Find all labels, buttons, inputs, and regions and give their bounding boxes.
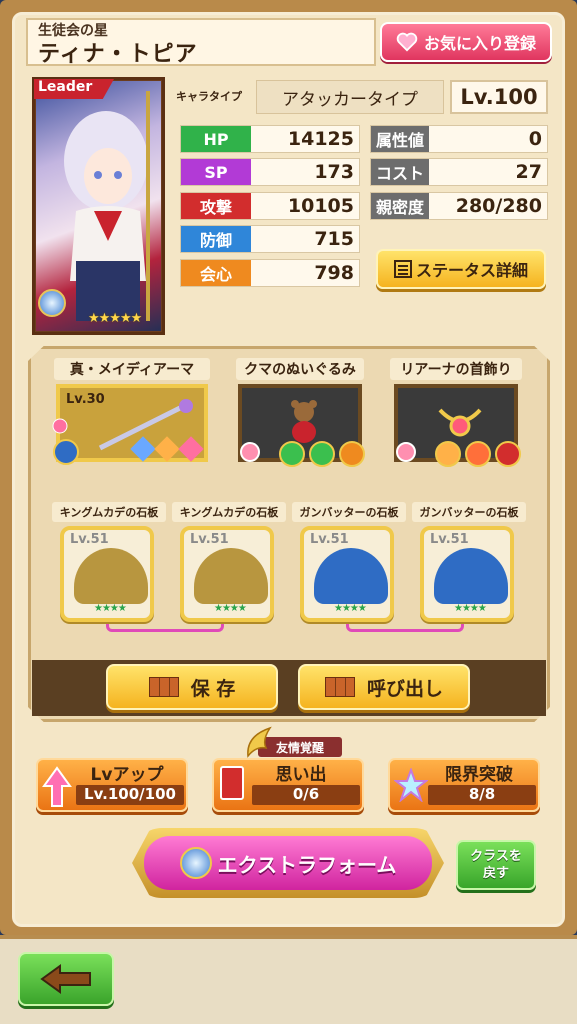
extra-form-button[interactable]: エクストラフォーム	[144, 836, 432, 890]
stone-stars: ★★★★	[454, 603, 487, 614]
class-revert-button[interactable]: クラスを 戻す	[456, 840, 536, 890]
stat-label: HP	[181, 126, 251, 152]
stat-cost: コスト 27	[370, 158, 548, 186]
equipment-name: リアーナの首飾り	[390, 358, 522, 380]
stone-stars: ★★★★	[214, 603, 247, 614]
stone-slot[interactable]: Lv.51 ★★★★	[300, 526, 394, 622]
stone-level: Lv.51	[430, 532, 469, 547]
sword-emblem-icon	[179, 847, 212, 879]
stone-label: ガンバッターの石板	[292, 502, 406, 522]
stat-attribute: 属性値 0	[370, 125, 548, 153]
stat-value: 14125	[287, 128, 354, 150]
character-level: Lv.100	[450, 80, 548, 114]
necklace-skill-icons	[396, 441, 521, 467]
stone-slot[interactable]: Lv.51 ★★★★	[420, 526, 514, 622]
stat-label: 会心	[181, 260, 251, 286]
stone-level: Lv.51	[190, 532, 229, 547]
set-link-line	[106, 624, 224, 632]
save-label: 保 存	[190, 677, 236, 700]
memories-value: 0/6	[252, 785, 360, 805]
weapon-skill-icons	[52, 418, 204, 465]
save-button[interactable]: 保 存	[106, 664, 278, 710]
stat-label: 属性値	[371, 126, 429, 152]
sword-type-icon	[38, 289, 66, 317]
favorite-label: お気に入り登録	[423, 34, 536, 53]
back-arrow-icon	[40, 964, 91, 994]
equipment-name: 真・メイディアーマ	[54, 358, 210, 380]
stat-label: 防御	[181, 226, 251, 252]
back-button[interactable]	[18, 952, 114, 1006]
stat-value: 10105	[287, 195, 354, 217]
stone-stars: ★★★★	[334, 603, 367, 614]
load-label: 呼び出し	[366, 677, 443, 700]
bear-skill-icons	[240, 441, 365, 467]
stone-fan-icon	[74, 548, 148, 604]
star-icon	[394, 768, 428, 802]
load-button[interactable]: 呼び出し	[298, 664, 470, 710]
class-revert-line2: 戻す	[482, 866, 509, 881]
brick-load-icon	[324, 677, 355, 697]
stat-critical: 会心 798	[180, 259, 360, 287]
character-type-value: アタッカータイプ	[256, 80, 444, 114]
favorite-button[interactable]: お気に入り登録	[380, 22, 552, 62]
status-detail-label: ステータス詳細	[415, 261, 528, 280]
heart-icon	[396, 32, 418, 52]
limit-break-button[interactable]: 限界突破 8/8	[388, 758, 540, 812]
stat-sp: SP 173	[180, 158, 360, 186]
up-arrow-icon	[42, 766, 72, 807]
level-up-button[interactable]: Lvアップ Lv.100/100	[36, 758, 188, 812]
stat-label: 親密度	[371, 193, 429, 219]
stat-label: 攻撃	[181, 193, 251, 219]
stat-label: SP	[181, 159, 251, 185]
leader-badge: Leader	[34, 79, 114, 99]
stat-value: 0	[528, 128, 542, 150]
stone-slot[interactable]: Lv.51 ★★★★	[60, 526, 154, 622]
stone-fan-icon	[314, 548, 388, 604]
stat-attack: 攻撃 10105	[180, 192, 360, 220]
character-name: ティナ・トピア	[38, 42, 198, 67]
stat-label: コスト	[371, 159, 429, 185]
equipment-name: クマのぬいぐるみ	[236, 358, 364, 380]
stat-value: 798	[314, 262, 354, 284]
memories-button[interactable]: 思い出 0/6	[212, 758, 364, 812]
extra-form-label: エクストラフォーム	[217, 852, 397, 877]
stat-intimacy: 親密度 280/280	[370, 192, 548, 220]
class-revert-line1: クラスを	[470, 849, 522, 864]
stone-label: ガンバッターの石板	[412, 502, 526, 522]
character-type-label: キャラタイプ	[176, 90, 242, 103]
stat-value: 715	[314, 228, 354, 250]
stat-value: 173	[314, 161, 354, 183]
stone-label: キングムカデの石板	[52, 502, 166, 522]
stone-stars: ★★★★	[94, 603, 127, 614]
brick-save-icon	[148, 677, 179, 697]
stat-defense: 防御 715	[180, 225, 360, 253]
wing-icon	[247, 726, 272, 758]
stat-value: 27	[515, 161, 542, 183]
rarity-stars: ★★★★★	[88, 311, 142, 326]
level-up-value: Lv.100/100	[76, 785, 184, 805]
stat-hp: HP 14125	[180, 125, 360, 153]
stone-level: Lv.51	[310, 532, 349, 547]
stone-fan-icon	[194, 548, 268, 604]
stone-fan-icon	[434, 548, 508, 604]
status-detail-button[interactable]: ステータス詳細	[376, 249, 546, 289]
card-icon	[220, 766, 244, 800]
list-icon	[393, 260, 412, 278]
stone-slot[interactable]: Lv.51 ★★★★	[180, 526, 274, 622]
stone-label: キングムカデの石板	[172, 502, 286, 522]
stat-value: 280/280	[455, 195, 542, 217]
stone-level: Lv.51	[70, 532, 109, 547]
limit-break-value: 8/8	[428, 785, 536, 805]
set-link-line	[346, 624, 464, 632]
